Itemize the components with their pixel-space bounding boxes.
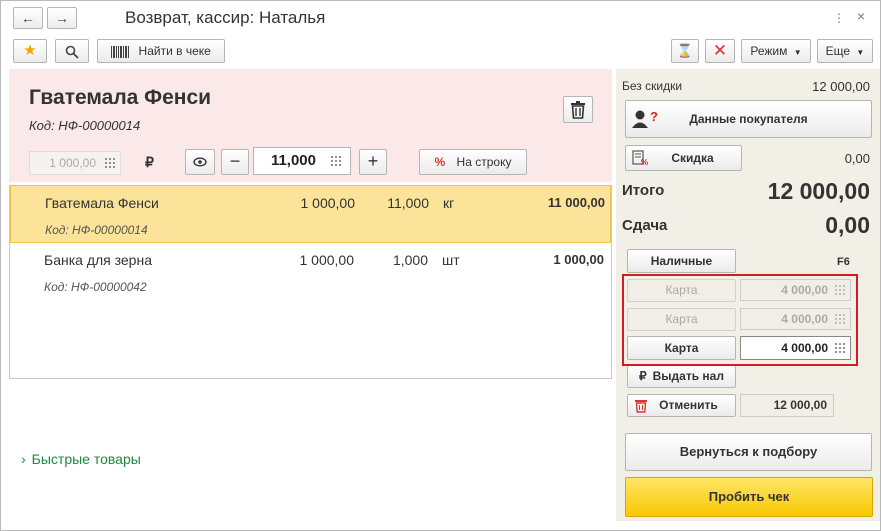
return-window: ← → Возврат, кассир: Наталья ⋮ × ★ Найти… — [0, 0, 881, 531]
discount-value: 0,00 — [844, 151, 870, 166]
cancel-amount: 12 000,00 — [773, 398, 827, 412]
item-qty: 1,000 — [392, 252, 428, 268]
back-button[interactable]: ← — [13, 7, 43, 29]
search-button[interactable] — [55, 39, 89, 63]
increase-button[interactable]: + — [359, 149, 387, 175]
product-code: Код: НФ-00000014 — [29, 118, 141, 133]
favorite-button[interactable]: ★ — [13, 39, 47, 63]
more-button[interactable]: Еще ▼ — [817, 39, 873, 63]
search-icon — [65, 45, 79, 59]
hourglass-icon: ⌛ — [676, 43, 694, 58]
delete-button[interactable] — [563, 96, 593, 123]
trash-red-icon — [635, 400, 647, 413]
item-name: Банка для зерна — [44, 252, 152, 268]
quantity-field[interactable]: 11,000 — [253, 147, 351, 175]
cash-label: Наличные — [650, 254, 713, 268]
receipt-items-list: Гватемала Фенси Код: НФ-00000014 1 000,0… — [9, 185, 612, 379]
cancel-x-button[interactable]: ✕ — [705, 39, 735, 63]
no-discount-label: Без скидки — [622, 79, 683, 93]
print-receipt-label: Пробить чек — [708, 489, 790, 504]
give-cash-button[interactable]: ₽ Выдать нал — [627, 365, 736, 388]
change-value: 0,00 — [825, 212, 870, 238]
give-cash-label: Выдать нал — [652, 369, 724, 383]
cancel-payment-button[interactable]: Отменить — [627, 394, 736, 417]
user-question-icon: ? — [632, 109, 658, 128]
title-bar: ← → Возврат, кассир: Наталья ⋮ × — [1, 1, 880, 35]
price-value: 1 000,00 — [49, 156, 96, 170]
calculator-icon[interactable] — [330, 155, 342, 167]
trash-icon — [571, 101, 585, 119]
more-label: Еще — [825, 44, 851, 58]
chevron-right-icon: › — [21, 451, 26, 467]
view-button[interactable] — [185, 149, 215, 175]
item-price: 1 000,00 — [299, 252, 355, 268]
product-name: Гватемала Фенси — [29, 86, 212, 109]
mode-button[interactable]: Режим ▼ — [741, 39, 811, 63]
arrow-left-icon: ← — [21, 10, 35, 26]
more-vertical-icon[interactable]: ⋮ — [833, 11, 845, 25]
close-red-icon: ✕ — [712, 41, 728, 60]
to-line-button[interactable]: % На строку — [419, 149, 527, 175]
item-sum: 1 000,00 — [553, 252, 604, 267]
svg-text:?: ? — [650, 109, 658, 124]
item-code: Код: НФ-00000042 — [44, 280, 147, 294]
find-in-receipt-button[interactable]: Найти в чеке — [97, 39, 225, 63]
price-field[interactable]: 1 000,00 — [29, 151, 121, 175]
eye-icon — [193, 157, 207, 167]
mode-label: Режим — [750, 44, 788, 58]
item-code: Код: НФ-00000014 — [45, 223, 148, 237]
decrease-button[interactable]: − — [221, 149, 249, 175]
quick-goods-link[interactable]: › Быстрые товары — [21, 451, 141, 467]
customer-data-label: Данные покупателя — [689, 112, 808, 126]
item-price: 1 000,00 — [300, 195, 356, 211]
quantity-value: 11,000 — [270, 152, 316, 169]
back-to-selection-label: Вернуться к подбору — [679, 444, 818, 459]
cancel-amount-field: 12 000,00 — [740, 394, 834, 417]
item-qty: 11,000 — [387, 195, 429, 211]
cash-hotkey: F6 — [837, 256, 850, 268]
payment-highlight-frame — [622, 274, 858, 366]
product-header: Гватемала Фенси Код: НФ-00000014 1 000,0… — [9, 69, 612, 182]
arrow-right-icon: → — [55, 10, 69, 26]
percent-icon: % — [434, 155, 446, 169]
window-title: Возврат, кассир: Наталья — [125, 8, 326, 27]
quick-goods-label: Быстрые товары — [31, 451, 141, 467]
close-icon[interactable]: × — [857, 9, 865, 23]
find-in-receipt-label: Найти в чеке — [138, 44, 211, 58]
cancel-label: Отменить — [659, 398, 718, 412]
ruble-icon: ₽ — [639, 369, 647, 383]
to-line-label: На строку — [456, 155, 512, 169]
chevron-down-icon: ▼ — [856, 48, 865, 57]
item-sum: 11 000,00 — [547, 195, 605, 210]
back-to-selection-button[interactable]: Вернуться к подбору — [625, 433, 872, 471]
customer-data-button[interactable]: ? Данные покупателя — [625, 100, 872, 138]
barcode-icon — [111, 45, 130, 58]
discount-label: Скидка — [671, 151, 714, 165]
forward-button[interactable]: → — [47, 7, 77, 29]
total-label: Итого — [622, 182, 665, 199]
total-value: 12 000,00 — [767, 178, 870, 204]
minus-icon: − — [229, 151, 241, 171]
discount-button[interactable]: % Скидка — [625, 145, 742, 171]
table-row[interactable]: Гватемала Фенси Код: НФ-00000014 1 000,0… — [10, 185, 611, 243]
item-unit: кг — [443, 195, 455, 211]
star-icon: ★ — [23, 42, 37, 59]
svg-text:%: % — [641, 158, 648, 166]
change-label: Сдача — [622, 217, 668, 234]
chevron-down-icon: ▼ — [793, 48, 802, 57]
cash-button[interactable]: Наличные — [627, 249, 736, 273]
item-name: Гватемала Фенси — [45, 195, 159, 211]
item-unit: шт — [442, 252, 460, 268]
print-receipt-button[interactable]: Пробить чек — [625, 477, 873, 517]
left-pane: Гватемала Фенси Код: НФ-00000014 1 000,0… — [9, 69, 612, 511]
hourglass-button[interactable]: ⌛ — [671, 39, 699, 63]
calculator-icon[interactable] — [104, 157, 116, 169]
table-row[interactable]: Банка для зерна Код: НФ-00000042 1 000,0… — [10, 243, 611, 301]
currency-symbol: ₽ — [145, 154, 154, 170]
no-discount-value: 12 000,00 — [812, 79, 870, 94]
plus-icon: + — [367, 151, 379, 171]
discount-icon: % — [632, 150, 648, 166]
